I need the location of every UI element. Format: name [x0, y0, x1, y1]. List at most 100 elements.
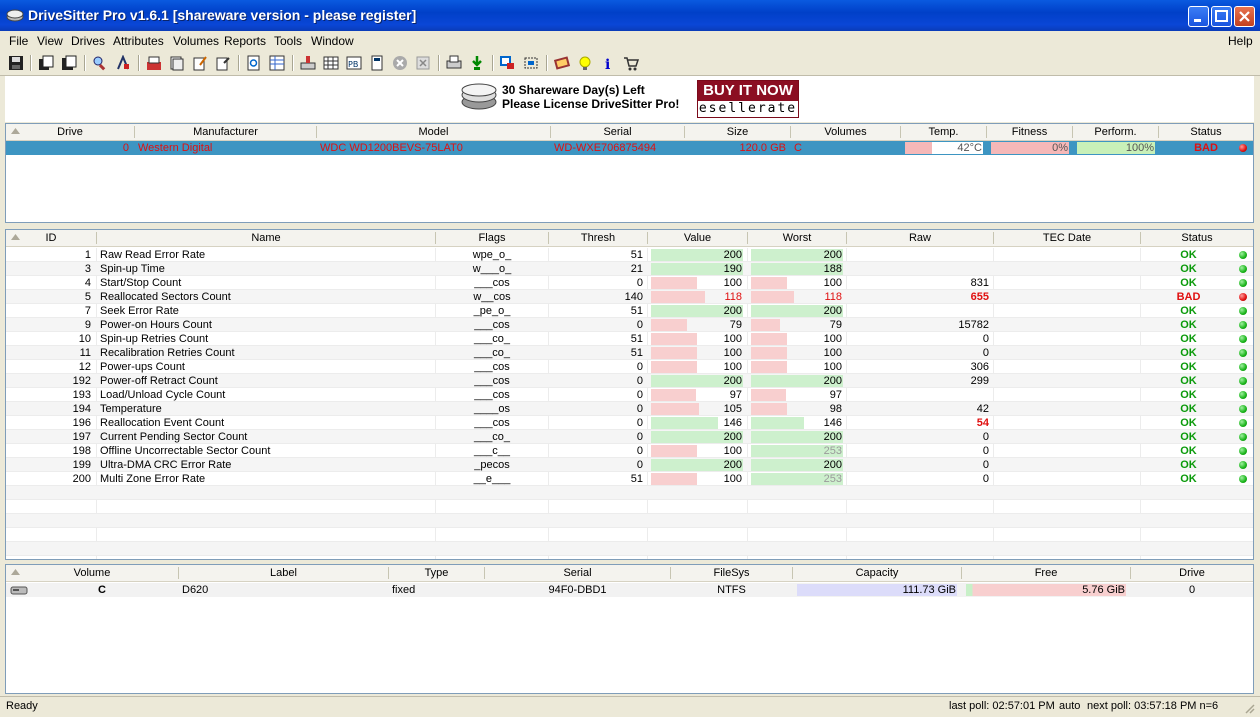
- drive-icon[interactable]: [300, 55, 316, 71]
- menu-attributes[interactable]: Attributes: [113, 34, 164, 48]
- col-type[interactable]: Type: [389, 567, 484, 579]
- attribute-row[interactable]: 199 Ultra-DMA CRC Error Rate _pecos 0 200 200…: [6, 458, 1253, 472]
- menu-tools[interactable]: Tools: [274, 34, 302, 48]
- note-icon[interactable]: [215, 55, 231, 71]
- fit-icon[interactable]: [523, 55, 539, 71]
- calc-icon[interactable]: [369, 55, 385, 71]
- col-manufacturer[interactable]: Manufacturer: [135, 126, 316, 138]
- attribute-name: Recalibration Retries Count: [100, 347, 235, 359]
- col-drive[interactable]: Drive: [6, 126, 134, 138]
- close-icon[interactable]: [415, 55, 431, 71]
- open-icon[interactable]: [38, 55, 54, 71]
- attribute-row[interactable]: 193 Load/Unload Cycle Count ___cos 0 97 97 OK: [6, 388, 1253, 402]
- attribute-row[interactable]: 11 Recalibration Retries Count ___co_ 51 100…: [6, 346, 1253, 360]
- attribute-row[interactable]: 194 Temperature ____os 0 105 98 42 OK: [6, 402, 1253, 416]
- attribute-worst: 100: [823, 347, 842, 359]
- col-label[interactable]: Label: [179, 567, 388, 579]
- attribute-tec-date: [997, 332, 1137, 346]
- col-status[interactable]: Status: [1159, 126, 1253, 138]
- attribute-row[interactable]: 3 Spin-up Time w___o_ 21 190 188 OK: [6, 262, 1253, 276]
- col-name[interactable]: Name: [97, 232, 435, 244]
- menu-file[interactable]: File: [9, 34, 28, 48]
- col-vol-drive[interactable]: Drive: [1131, 567, 1253, 579]
- attribute-worst: 79: [829, 319, 842, 331]
- col-volume[interactable]: Volume: [6, 567, 178, 579]
- menu-help[interactable]: Help: [1228, 34, 1253, 48]
- save-icon[interactable]: [8, 55, 24, 71]
- col-raw[interactable]: Raw: [847, 232, 993, 244]
- attribute-row[interactable]: 198 Offline Uncorrectable Sector Count ___…: [6, 444, 1253, 458]
- col-thresh[interactable]: Thresh: [549, 232, 647, 244]
- menu-volumes[interactable]: Volumes: [173, 34, 219, 48]
- attribute-name: Reallocated Sectors Count: [100, 291, 231, 303]
- resize-grip-icon[interactable]: [1243, 702, 1255, 714]
- ok-status-icon: [1239, 475, 1247, 483]
- cart-icon[interactable]: [623, 55, 639, 71]
- saveas-icon[interactable]: [61, 55, 77, 71]
- col-perform[interactable]: Perform.: [1073, 126, 1158, 138]
- attribute-row[interactable]: 10 Spin-up Retries Count ___co_ 51 100 100 0 OK: [6, 332, 1253, 346]
- edit-icon[interactable]: [192, 55, 208, 71]
- pdf-icon[interactable]: PB: [346, 55, 362, 71]
- col-tec-date[interactable]: TEC Date: [994, 232, 1140, 244]
- col-vol-serial[interactable]: Serial: [485, 567, 670, 579]
- download-icon[interactable]: [469, 55, 485, 71]
- refresh-icon[interactable]: [246, 55, 262, 71]
- attribute-row[interactable]: 1 Raw Read Error Rate wpe_o_ 51 200 200 OK: [6, 248, 1253, 262]
- menu-window[interactable]: Window: [311, 34, 354, 48]
- tip-icon[interactable]: [577, 55, 593, 71]
- maximize-button[interactable]: [1211, 6, 1232, 27]
- stop-icon[interactable]: [392, 55, 408, 71]
- attribute-row[interactable]: 12 Power-ups Count ___cos 0 100 100 306 OK: [6, 360, 1253, 374]
- volume-row[interactable]: C D620 fixed 94F0-DBD1 NTFS 111.73 GiB 5…: [6, 583, 1253, 597]
- col-id[interactable]: ID: [6, 232, 96, 244]
- window-icon[interactable]: [500, 55, 516, 71]
- buy-now-button[interactable]: BUY IT NOW esellerate: [697, 80, 799, 118]
- col-worst[interactable]: Worst: [748, 232, 846, 244]
- menu-view[interactable]: View: [37, 34, 63, 48]
- volumes-header: Volume Label Type Serial FileSys Capacit…: [6, 565, 1253, 582]
- minimize-button[interactable]: [1188, 6, 1209, 27]
- search-icon[interactable]: [92, 55, 108, 71]
- attribute-row[interactable]: 192 Power-off Retract Count ___cos 0 200 200 2…: [6, 374, 1253, 388]
- export-icon[interactable]: [146, 55, 162, 71]
- col-fitness[interactable]: Fitness: [987, 126, 1072, 138]
- col-size[interactable]: Size: [685, 126, 790, 138]
- col-status[interactable]: Status: [1141, 232, 1253, 244]
- menu-reports[interactable]: Reports: [224, 34, 266, 48]
- attribute-status: OK: [1180, 417, 1197, 429]
- info-icon[interactable]: i: [600, 55, 616, 71]
- attribute-row[interactable]: 196 Reallocation Event Count ___cos 0 146 146…: [6, 416, 1253, 430]
- close-button[interactable]: [1234, 6, 1255, 27]
- col-volumes[interactable]: Volumes: [791, 126, 900, 138]
- col-model[interactable]: Model: [317, 126, 550, 138]
- attribute-row[interactable]: 7 Seek Error Rate _pe_o_ 51 200 200 OK: [6, 304, 1253, 318]
- col-serial[interactable]: Serial: [551, 126, 684, 138]
- ok-status-icon: [1239, 265, 1247, 273]
- col-flags[interactable]: Flags: [436, 232, 548, 244]
- attribute-tec-date: [997, 458, 1137, 472]
- empty-row: [6, 486, 1253, 500]
- drive-manufacturer: Western Digital: [138, 142, 213, 154]
- col-value[interactable]: Value: [648, 232, 747, 244]
- col-free[interactable]: Free: [962, 567, 1130, 579]
- table-icon[interactable]: [323, 55, 339, 71]
- book-icon[interactable]: [554, 55, 570, 71]
- attribute-row[interactable]: 5 Reallocated Sectors Count w__cos 140 118 11…: [6, 290, 1253, 304]
- attribute-row[interactable]: 4 Start/Stop Count ___cos 0 100 100 831 OK: [6, 276, 1253, 290]
- col-capacity[interactable]: Capacity: [793, 567, 961, 579]
- attribute-row[interactable]: 197 Current Pending Sector Count ___co_ 0 20…: [6, 430, 1253, 444]
- attribute-row[interactable]: 200 Multi Zone Error Rate __e___ 51 100 253 0 O…: [6, 472, 1253, 486]
- tools-icon[interactable]: [115, 55, 131, 71]
- drive-row[interactable]: 0 Western Digital WDC WD1200BEVS-75LAT0 …: [6, 141, 1253, 155]
- print-icon[interactable]: [446, 55, 462, 71]
- attribute-thresh: 51: [630, 305, 643, 317]
- menu-drives[interactable]: Drives: [71, 34, 105, 48]
- grid-icon[interactable]: [269, 55, 285, 71]
- stack-icon[interactable]: [169, 55, 185, 71]
- days-left-text: 30 Shareware Day(s) Left: [502, 83, 645, 97]
- attribute-row[interactable]: 9 Power-on Hours Count ___cos 0 79 79 15782 OK: [6, 318, 1253, 332]
- col-temp[interactable]: Temp.: [901, 126, 986, 138]
- attribute-name: Multi Zone Error Rate: [100, 473, 206, 485]
- col-filesys[interactable]: FileSys: [671, 567, 792, 579]
